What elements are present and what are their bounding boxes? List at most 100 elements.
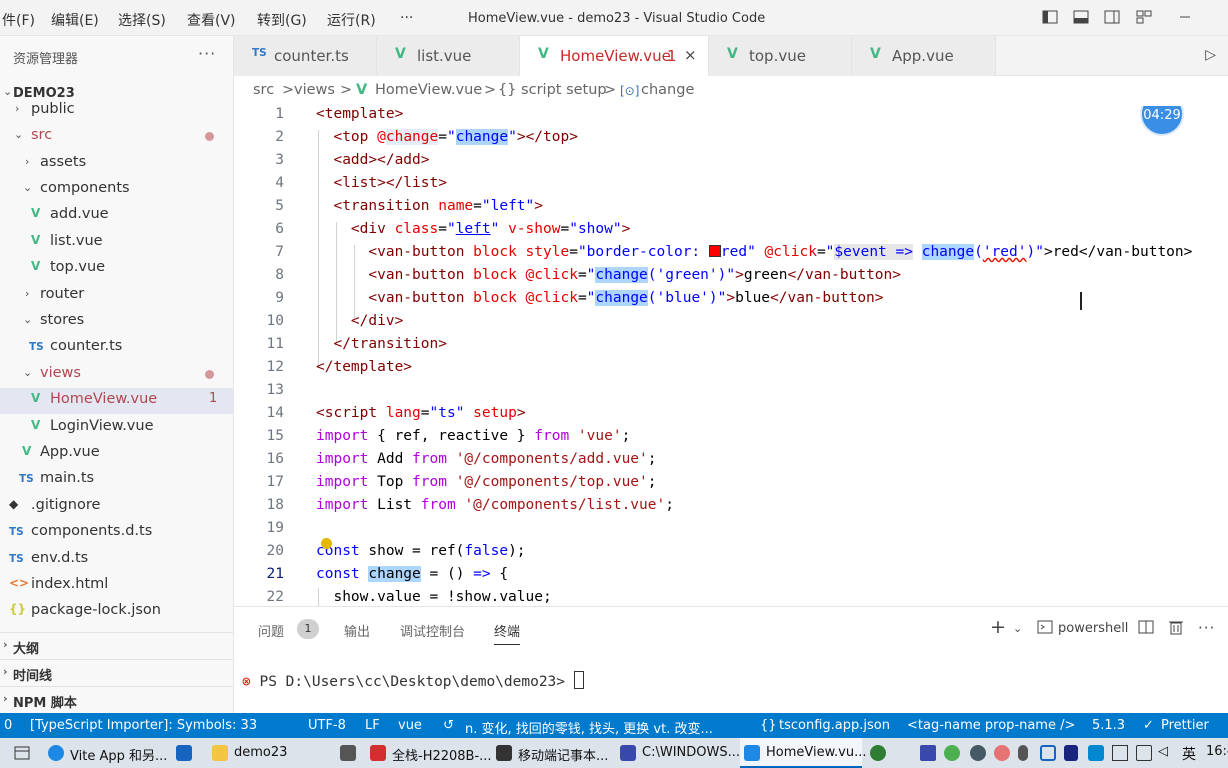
tree-item-homeview-vue[interactable]: V HomeView.vue 1 [0,388,233,414]
menu-selection[interactable]: 选择(S) [118,10,166,30]
minimize-icon[interactable] [1177,9,1193,25]
tab-counter-ts[interactable]: TS counter.ts [234,36,377,76]
breadcrumb-script-setup[interactable]: {} script setup [498,82,607,98]
breadcrumb-symbol[interactable]: change [641,82,694,98]
taskbar-item-explorer[interactable]: demo23 [208,738,330,768]
status-errors[interactable]: 0 [4,718,12,733]
volume-icon[interactable]: ◁ [1158,744,1168,768]
tree-item-package-lock-json[interactable]: {} package-lock.json [0,599,233,625]
status-translation[interactable]: n. 变化, 找回的零钱, 找头, 更换 vt. 改变... [465,718,713,737]
status-ts-version[interactable]: 5.1.3 [1092,718,1125,733]
breadcrumb-views[interactable]: views [294,82,335,98]
tree-item-components-d-ts[interactable]: TS components.d.ts [0,520,233,546]
ime-indicator[interactable]: 英 [1182,744,1196,768]
new-terminal-icon[interactable]: + [990,616,1006,638]
tree-item-app-vue[interactable]: V App.vue [0,441,233,467]
tab-debug-console[interactable]: 调试控制台 [400,621,465,640]
tree-item-main-ts[interactable]: TS main.ts [0,467,233,493]
taskbar-item-terminal[interactable]: C:\WINDOWS... [616,738,740,768]
git-icon: ◆ [9,497,19,511]
menu-go[interactable]: 转到(G) [257,10,307,30]
menu-edit[interactable]: 编辑(E) [51,10,99,30]
tree-item-gitignore[interactable]: ◆ .gitignore [0,494,233,520]
breadcrumb-src[interactable]: src [253,82,274,98]
menu-view[interactable]: 查看(V) [187,10,236,30]
taskbar-item-app[interactable] [172,738,202,768]
tree-item-index-html[interactable]: <> index.html [0,573,233,599]
close-tab-icon[interactable]: × [684,46,697,64]
tab-app-vue[interactable]: V App.vue [852,36,996,76]
menu-file[interactable]: 件(F) [2,10,35,30]
tray-app-icon[interactable] [870,745,886,761]
screen-icon[interactable] [1112,745,1128,761]
run-icon[interactable]: ▷ [1205,47,1216,63]
menu-run[interactable]: 运行(R) [327,10,376,30]
tray-settings-icon[interactable] [970,745,986,761]
tree-item-views[interactable]: ⌄ views [0,362,233,388]
tray-vscode-icon[interactable] [920,745,936,761]
tree-item-loginview-vue[interactable]: V LoginView.vue [0,415,233,441]
status-tag-style[interactable]: <tag-name prop-name /> [907,718,1075,733]
network-icon[interactable] [1136,745,1152,761]
camera-icon[interactable] [1040,745,1056,761]
trash-icon[interactable] [1168,619,1184,639]
status-tsconfig[interactable]: tsconfig.app.json [779,718,890,733]
tray-app-icon[interactable] [1088,745,1104,761]
tree-item-add-vue[interactable]: V add.vue [0,203,233,229]
tree-item-env-d-ts[interactable]: TS env.d.ts [0,547,233,573]
tree-item-list-vue[interactable]: V list.vue [0,230,233,256]
status-prettier[interactable]: Prettier [1161,718,1209,733]
status-language[interactable]: vue [398,718,422,733]
tree-item-router[interactable]: › router [0,283,233,309]
customize-layout-icon[interactable] [1136,9,1152,25]
shield-icon[interactable] [1064,745,1078,761]
tab-output[interactable]: 输出 [344,621,370,640]
tree-item-stores[interactable]: ⌄ stores [0,309,233,335]
code-editor[interactable]: 04:29 1 2 3 4 5 6 7 8 9 10 11 12 13 14 15 16 17 18 19 20 21 2… [234,106,1228,606]
split-terminal-icon[interactable] [1138,619,1154,639]
section-label: NPM 脚本 [13,696,77,711]
tree-item-components[interactable]: ⌄ components [0,177,233,203]
chevron-down-icon[interactable]: ⌄ [1013,622,1022,635]
microphone-icon[interactable] [1018,745,1028,761]
wechat-icon[interactable] [944,745,960,761]
taskbar-item-browser[interactable]: Vite App 和另... [44,738,167,768]
taskbar-item-app[interactable] [336,738,364,768]
tree-item-label: LoginView.vue [50,418,154,434]
breadcrumb-file[interactable]: HomeView.vue [375,82,482,98]
task-view-icon[interactable] [8,738,36,768]
lightbulb-icon[interactable] [321,538,332,549]
section-timeline[interactable]: › 时间线 [0,659,233,685]
menu-more[interactable]: ··· [400,10,413,26]
status-eol[interactable]: LF [365,718,380,733]
tab-homeview-vue[interactable]: V HomeView.vue 1 × [520,36,709,76]
tray-app-icon[interactable] [994,745,1010,761]
taskbar-item-wps[interactable]: 全栈-H2208B-... [366,738,492,768]
tab-top-vue[interactable]: V top.vue [709,36,852,76]
taskbar-item-notes[interactable]: 移动端记事本... [492,738,614,768]
tree-item-public[interactable]: › public [0,98,233,124]
status-encoding[interactable]: UTF-8 [308,718,346,733]
tree-item-counter-ts[interactable]: TS counter.ts [0,335,233,361]
more-actions-icon[interactable]: ··· [1198,619,1215,637]
problems-count-badge: 1 [297,619,319,639]
toggle-secondary-sidebar-icon[interactable] [1104,9,1120,25]
section-outline[interactable]: › 大纲 [0,632,233,658]
tree-item-src[interactable]: ⌄ src [0,124,233,150]
taskbar-item-vscode[interactable]: HomeView.vu... [740,738,867,768]
terminal-shell-label[interactable]: powershell [1058,621,1128,636]
chevron-right-icon: › [3,665,8,678]
section-npm-scripts[interactable]: › NPM 脚本 [0,686,233,712]
tab-problems[interactable]: 问题 [258,621,284,640]
tab-terminal[interactable]: 终端 [494,621,521,645]
status-ts-importer[interactable]: [TypeScript Importer]: Symbols: 33 [30,718,257,733]
more-actions-icon[interactable]: ··· [198,44,216,63]
explorer-sidebar: 资源管理器 ··· ⌄ DEMO23 › public ⌄ src › asse… [0,36,234,713]
clock[interactable]: 16:4 [1206,744,1228,768]
tree-item-assets[interactable]: › assets [0,151,233,177]
toggle-primary-sidebar-icon[interactable] [1042,9,1058,25]
terminal-output[interactable]: ⊗ PS D:\Users\cc\Desktop\demo\demo23> [242,671,584,690]
toggle-panel-icon[interactable] [1073,9,1089,25]
tree-item-top-vue[interactable]: V top.vue [0,256,233,282]
tab-list-vue[interactable]: V list.vue [377,36,520,76]
